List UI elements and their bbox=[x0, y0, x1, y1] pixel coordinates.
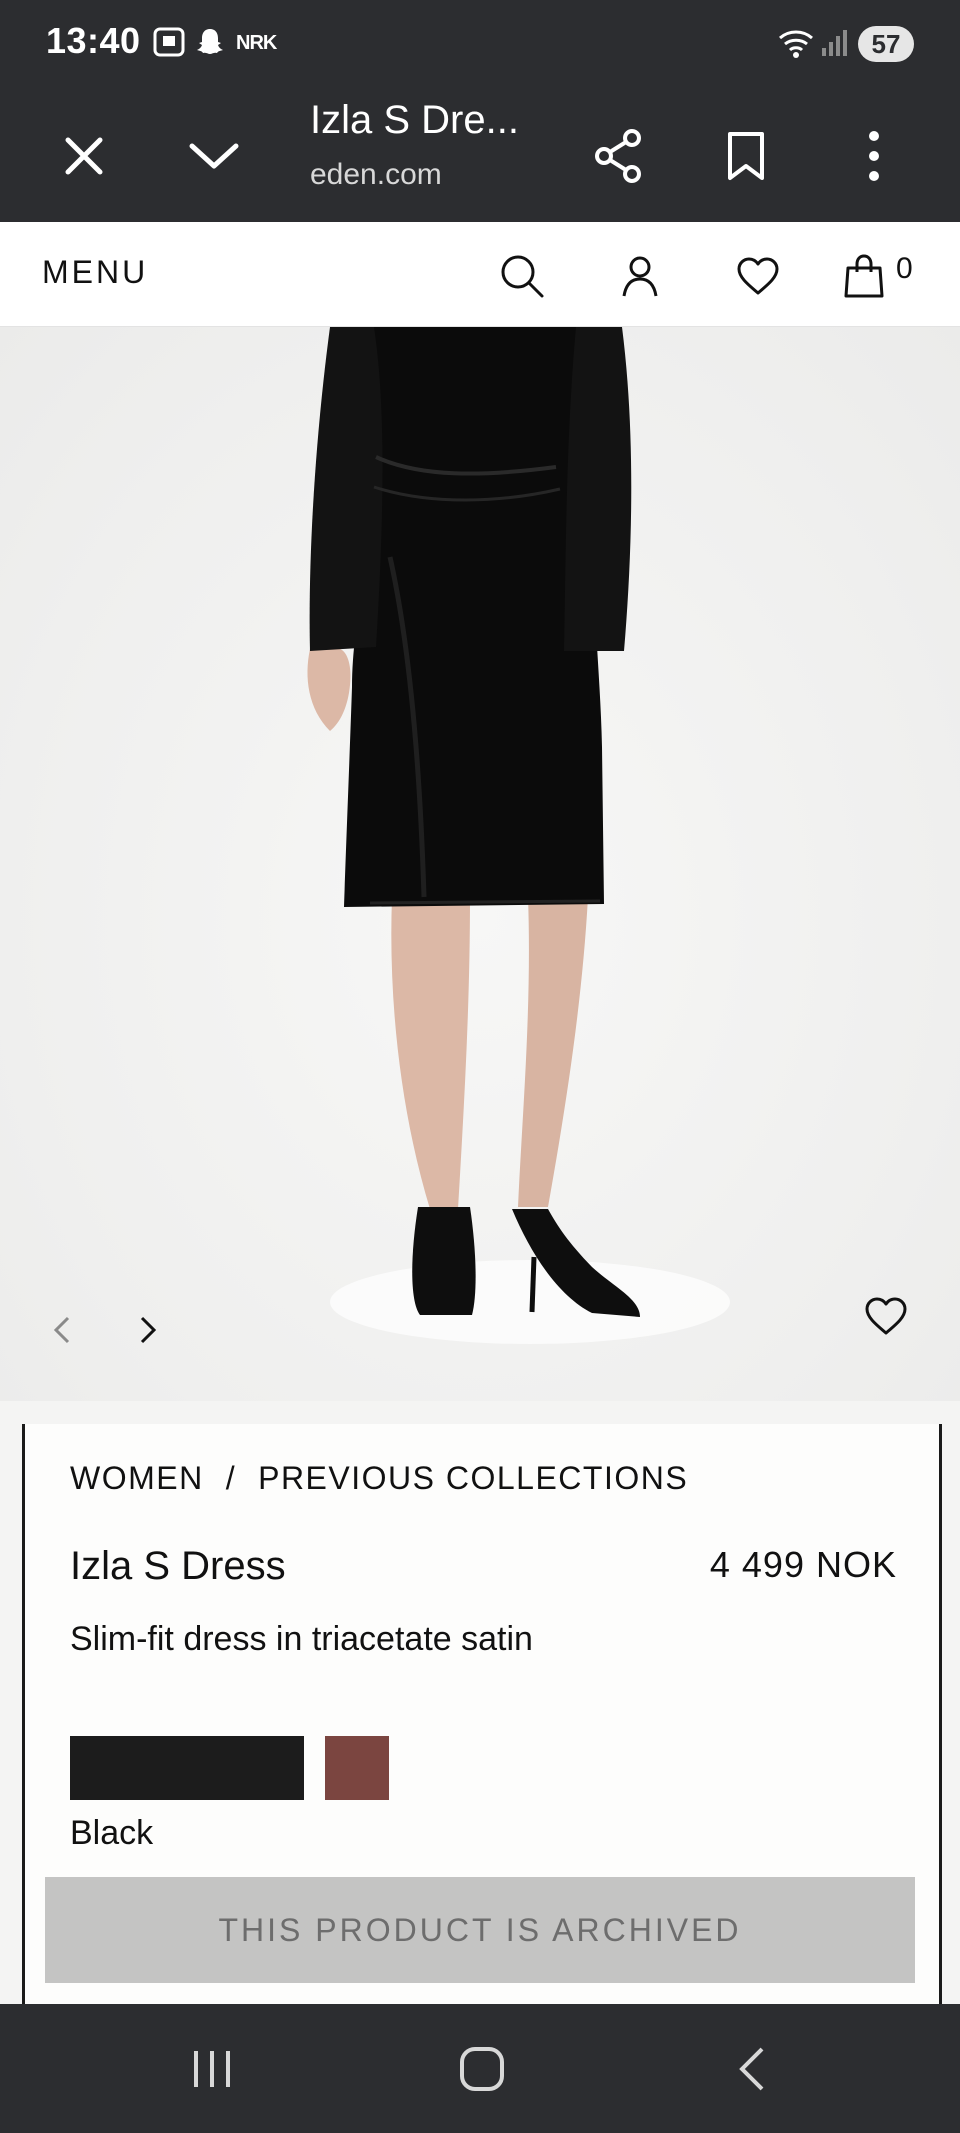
breadcrumb-separator: / bbox=[225, 1460, 237, 1496]
account-button[interactable] bbox=[612, 248, 668, 304]
chevron-left-icon bbox=[53, 1316, 70, 1344]
back-icon bbox=[739, 2047, 764, 2091]
back-button[interactable] bbox=[712, 2034, 792, 2104]
color-swatch-rust[interactable] bbox=[325, 1736, 389, 1800]
close-icon bbox=[65, 137, 103, 175]
browser-toolbar: Izla S Dre... eden.com bbox=[0, 88, 960, 222]
battery-indicator: 57 bbox=[858, 26, 914, 62]
menu-button[interactable]: MENU bbox=[42, 254, 148, 291]
wifi-icon bbox=[776, 26, 816, 65]
breadcrumb-item-previous-collections[interactable]: PREVIOUS COLLECTIONS bbox=[258, 1460, 688, 1497]
more-vertical-icon bbox=[869, 131, 879, 181]
archived-status-button: THIS PRODUCT IS ARCHIVED bbox=[45, 1877, 915, 1983]
breadcrumb-item-women[interactable]: WOMEN bbox=[70, 1460, 204, 1497]
page-title[interactable]: Izla S Dre... bbox=[310, 98, 519, 143]
product-description: Slim-fit dress in triacetate satin bbox=[70, 1620, 533, 1658]
wishlist-button[interactable] bbox=[730, 248, 786, 304]
recent-apps-button[interactable] bbox=[172, 2034, 252, 2104]
close-tab-button[interactable] bbox=[44, 116, 124, 196]
cart-button[interactable] bbox=[836, 248, 892, 304]
home-button[interactable] bbox=[442, 2034, 522, 2104]
breadcrumb: WOMEN / PREVIOUS COLLECTIONS bbox=[70, 1460, 688, 1497]
site-header: MENU 0 bbox=[0, 222, 960, 327]
chevron-down-icon bbox=[189, 143, 239, 169]
bookmark-icon bbox=[728, 132, 764, 180]
chevron-right-icon bbox=[140, 1316, 157, 1344]
recent-apps-icon bbox=[194, 2051, 230, 2087]
signal-icon bbox=[820, 26, 850, 63]
gallery-prev-button[interactable] bbox=[32, 1300, 92, 1360]
shopping-bag-icon bbox=[844, 254, 884, 298]
more-options-button[interactable] bbox=[834, 116, 914, 196]
heart-icon bbox=[865, 1297, 907, 1335]
share-icon bbox=[595, 129, 641, 183]
home-icon bbox=[460, 2047, 504, 2091]
product-name: Izla S Dress bbox=[70, 1544, 286, 1588]
search-button[interactable] bbox=[494, 248, 550, 304]
screenshot-icon bbox=[152, 26, 186, 63]
heart-icon bbox=[737, 257, 779, 295]
system-navigation-bar bbox=[0, 2004, 960, 2133]
color-swatch-black[interactable] bbox=[70, 1736, 304, 1800]
minimize-tab-button[interactable] bbox=[174, 116, 254, 196]
bookmark-button[interactable] bbox=[706, 116, 786, 196]
product-photo bbox=[307, 327, 730, 1344]
status-time: 13:40 bbox=[46, 20, 141, 61]
user-icon bbox=[622, 256, 658, 297]
search-icon bbox=[501, 255, 544, 298]
page-domain[interactable]: eden.com bbox=[310, 158, 442, 192]
product-image-gallery[interactable] bbox=[0, 327, 960, 1401]
cart-count: 0 bbox=[896, 252, 913, 285]
add-to-wishlist-button[interactable] bbox=[856, 1286, 916, 1346]
snapchat-icon bbox=[194, 26, 226, 63]
selected-color-label: Black bbox=[70, 1814, 154, 1852]
status-bar: 13:40 NRK 57 bbox=[0, 0, 960, 88]
gallery-next-button[interactable] bbox=[118, 1300, 178, 1360]
nrk-icon: NRK bbox=[236, 32, 277, 54]
product-price: 4 499 NOK bbox=[709, 1544, 897, 1585]
share-button[interactable] bbox=[578, 116, 658, 196]
